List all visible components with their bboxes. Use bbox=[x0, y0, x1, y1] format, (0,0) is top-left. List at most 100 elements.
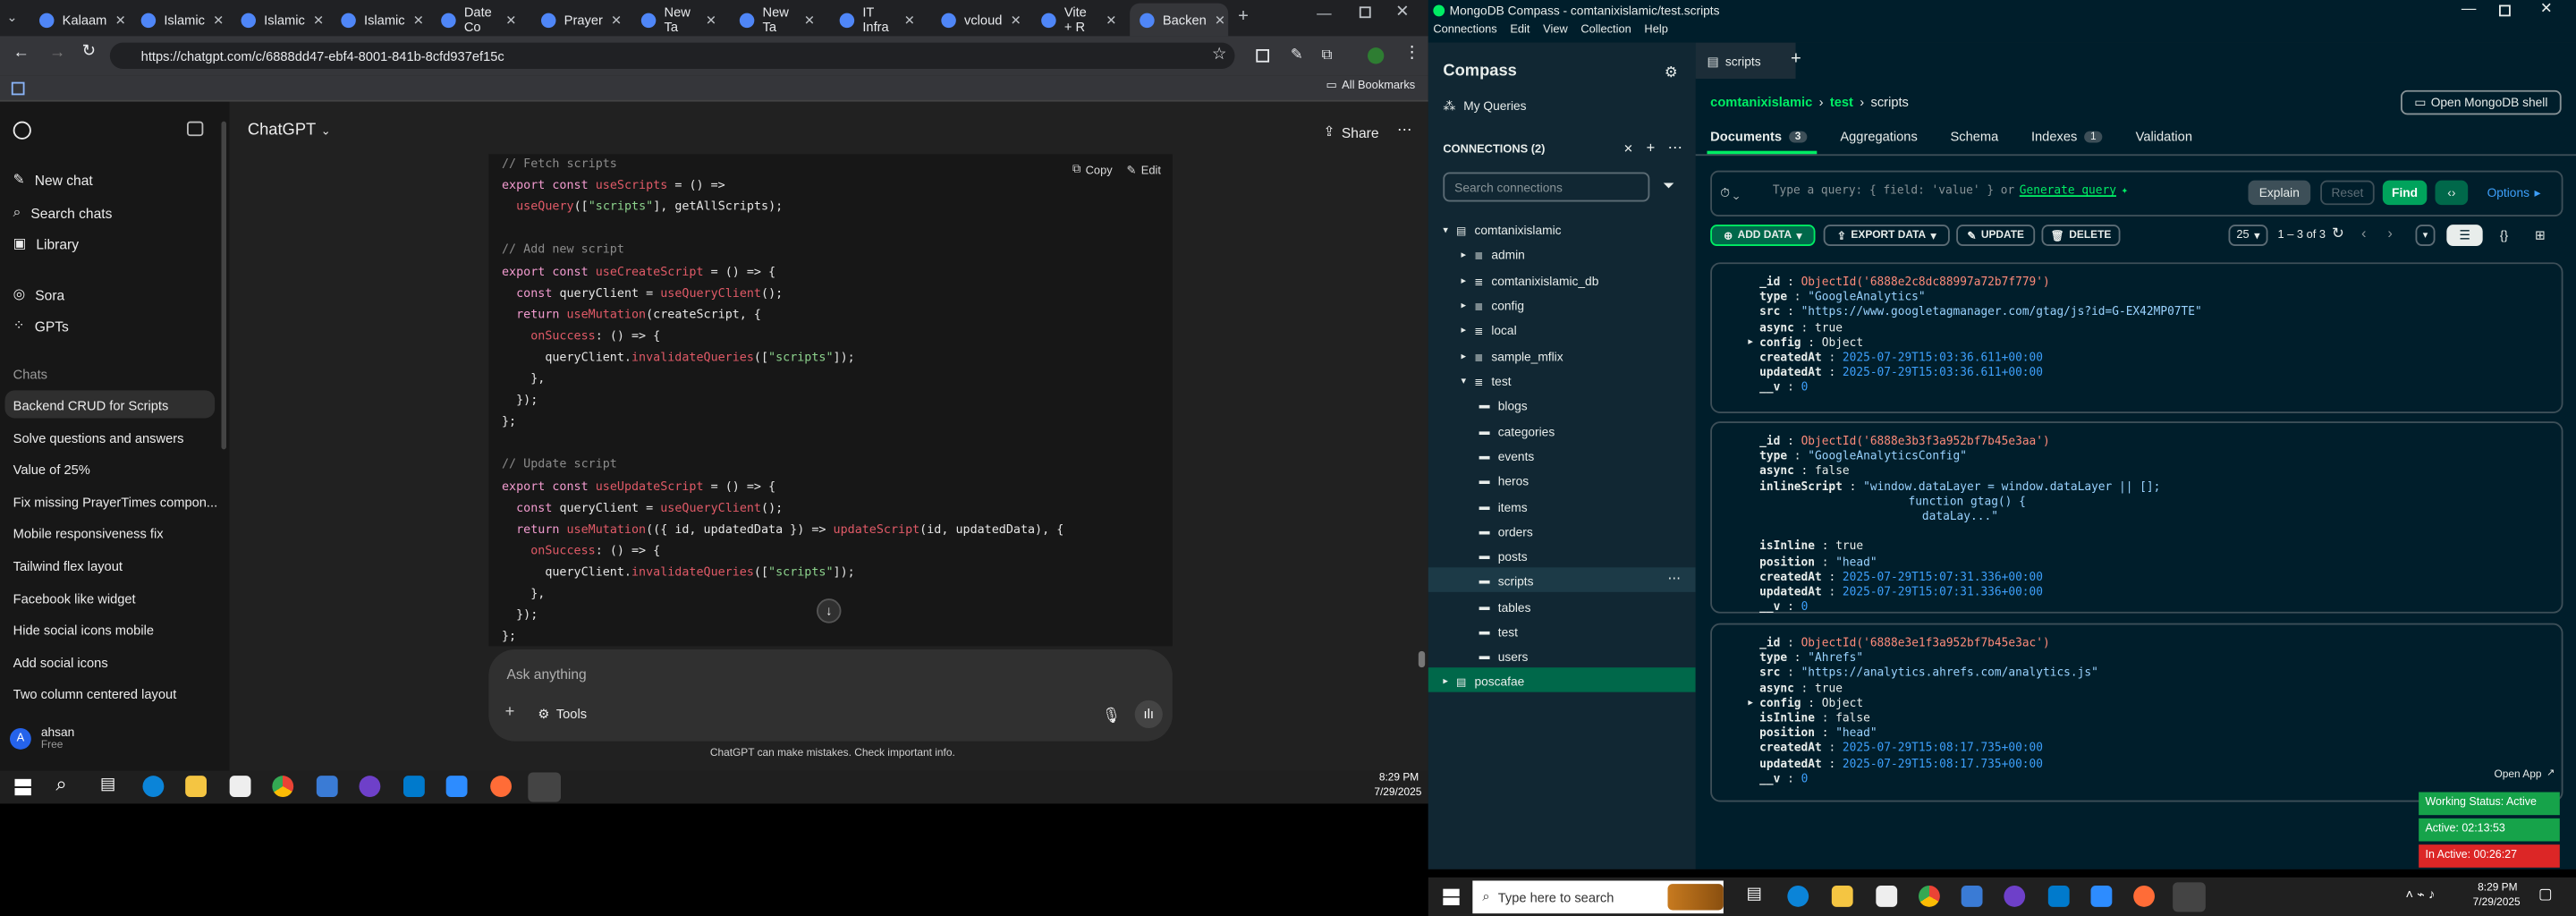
menu-item[interactable]: Collection bbox=[1580, 24, 1631, 36]
menu-item[interactable]: Help bbox=[1644, 24, 1667, 36]
chat-history-item[interactable]: Two column centered layout bbox=[13, 688, 218, 703]
library-button[interactable]: ▣ Library bbox=[13, 234, 79, 252]
chat-history-item[interactable]: Add social icons bbox=[13, 656, 218, 671]
refresh-icon[interactable]: ↻ bbox=[2332, 225, 2344, 242]
copy-button[interactable]: ⧉ Copy bbox=[1072, 164, 1113, 177]
subtab-documents[interactable]: Documents 3 bbox=[1710, 130, 1808, 144]
chrome-icon[interactable] bbox=[272, 776, 294, 797]
delete-button[interactable]: 🗑 DELETE bbox=[2041, 225, 2121, 246]
menu-item[interactable]: View bbox=[1543, 24, 1568, 36]
new-chat-button[interactable]: ✎ New chat bbox=[13, 171, 93, 189]
reload-icon[interactable]: ↻ bbox=[82, 43, 96, 61]
vscode-alt-icon[interactable] bbox=[1961, 885, 1983, 907]
expand-caret-icon[interactable]: ▸ bbox=[1748, 335, 1753, 347]
tab-close-icon[interactable]: ✕ bbox=[904, 13, 915, 28]
chat-history-item[interactable]: Hide social icons mobile bbox=[13, 623, 218, 639]
browser-tab[interactable]: Prayer ✕ bbox=[531, 4, 626, 37]
reset-button[interactable]: Reset bbox=[2320, 180, 2375, 206]
menu-item[interactable]: Edit bbox=[1510, 24, 1530, 36]
share-button[interactable]: ⇪ Share bbox=[1323, 123, 1378, 141]
extension-icon[interactable] bbox=[1256, 48, 1269, 63]
database-item[interactable]: ▸ ≣ comtanixislamic_db bbox=[1461, 274, 1598, 289]
json-view-button[interactable]: {} bbox=[2486, 225, 2521, 246]
browser-tab[interactable]: Islamic ✕ bbox=[232, 4, 326, 37]
subtab-validation[interactable]: Validation bbox=[2136, 130, 2192, 145]
browser-tab[interactable]: New Ta ✕ bbox=[631, 4, 726, 37]
profile-avatar[interactable] bbox=[1367, 47, 1385, 64]
tab-close-icon[interactable]: ✕ bbox=[706, 13, 716, 28]
document-card[interactable]: _id : ObjectId('6888e3e1f3a952bf7b45e3ac… bbox=[1710, 623, 2563, 802]
tab-search-icon[interactable]: ⌄ bbox=[6, 10, 22, 26]
plus-icon[interactable]: + bbox=[505, 703, 515, 721]
open-shell-button[interactable]: ▭ Open MongoDB shell bbox=[2401, 89, 2562, 115]
tab-close-icon[interactable]: ✕ bbox=[804, 13, 815, 28]
chrome-icon[interactable] bbox=[1919, 885, 1940, 907]
collection-item[interactable]: ▬ users bbox=[1479, 649, 1529, 665]
chat-history-item[interactable]: Value of 25% bbox=[13, 462, 218, 478]
collection-item[interactable]: ▬ orders bbox=[1479, 525, 1533, 540]
collection-item[interactable]: ▬ categories bbox=[1479, 425, 1555, 440]
pen-icon[interactable]: ✎ bbox=[1291, 46, 1303, 64]
collection-item[interactable]: ▬ scripts bbox=[1479, 574, 1534, 589]
collection-tab[interactable]: ▤ scripts bbox=[1695, 42, 1796, 79]
database-item[interactable]: ▸ ≣ sample_mflix bbox=[1461, 349, 1563, 364]
chat-history-item[interactable]: Facebook like widget bbox=[13, 591, 218, 606]
prev-page-icon[interactable]: ‹ bbox=[2361, 225, 2367, 241]
chat-history-item[interactable]: Backend CRUD for Scripts bbox=[13, 398, 218, 413]
vscode-icon[interactable] bbox=[2047, 885, 2070, 907]
page-scrollbar[interactable] bbox=[1418, 650, 1426, 668]
list-view-button[interactable]: ☰ bbox=[2446, 225, 2483, 246]
microphone-icon[interactable]: 🎙 bbox=[1102, 707, 1121, 725]
tab-close-icon[interactable]: ✕ bbox=[413, 13, 424, 28]
store-icon[interactable] bbox=[229, 776, 251, 797]
github-icon[interactable] bbox=[2004, 885, 2026, 907]
subtab-indexes[interactable]: Indexes 1 bbox=[2031, 130, 2103, 144]
zoom-icon[interactable] bbox=[445, 776, 468, 797]
apps-icon[interactable] bbox=[11, 81, 25, 96]
edge-icon[interactable] bbox=[142, 776, 165, 797]
page-size-select[interactable]: 25 ▾ bbox=[2228, 225, 2268, 246]
vscode-alt-icon[interactable] bbox=[316, 776, 338, 797]
browser-tab[interactable]: Kalaam ✕ bbox=[30, 4, 126, 37]
tab-close-icon[interactable]: ✕ bbox=[1106, 13, 1116, 28]
windows-start-icon[interactable] bbox=[1443, 888, 1460, 905]
address-bar[interactable]: https://chatgpt.com/c/6888dd47-ebf4-8001… bbox=[109, 42, 1235, 69]
view-options-dropdown[interactable]: ▾ bbox=[2415, 225, 2436, 246]
collection-item[interactable]: ▬ items bbox=[1479, 500, 1528, 515]
tab-close-icon[interactable]: ✕ bbox=[611, 13, 622, 28]
next-page-icon[interactable]: › bbox=[2387, 225, 2393, 241]
prompt-input[interactable]: Ask anything bbox=[507, 666, 587, 682]
bookmark-star-icon[interactable]: ☆ bbox=[1212, 46, 1226, 64]
search-chats-button[interactable]: ⌕ Search chats bbox=[13, 203, 113, 221]
chat-history-item[interactable]: Solve questions and answers bbox=[13, 430, 218, 445]
tab-close-icon[interactable]: ✕ bbox=[115, 13, 126, 28]
add-connection-icon[interactable]: + bbox=[1647, 140, 1656, 156]
export-data-button[interactable]: ⇪ EXPORT DATA ▾ bbox=[1823, 225, 1950, 246]
database-item[interactable]: ▸ ≣ local bbox=[1461, 323, 1516, 338]
postman-icon[interactable] bbox=[2133, 885, 2155, 907]
tab-close-icon[interactable]: ✕ bbox=[1011, 13, 1021, 28]
database-item[interactable]: ▾ ≣ test bbox=[1461, 374, 1511, 389]
find-button[interactable]: Find bbox=[2382, 180, 2428, 206]
collection-item[interactable]: ▬ heros bbox=[1479, 474, 1529, 489]
query-history-button[interactable]: ‹› bbox=[2435, 180, 2469, 206]
browser-tab[interactable]: IT Infra ✕ bbox=[830, 4, 925, 37]
scroll-down-button[interactable]: ↓ bbox=[816, 598, 842, 623]
new-tab-button[interactable]: + bbox=[1238, 6, 1249, 26]
tools-button[interactable]: ⚙ Tools bbox=[538, 707, 587, 722]
tab-close-icon[interactable]: ✕ bbox=[1215, 13, 1225, 28]
edit-button[interactable]: ✎ Edit bbox=[1127, 164, 1161, 177]
chat-history-item[interactable]: Fix missing PrayerTimes compon... bbox=[13, 495, 218, 510]
openai-logo-icon[interactable] bbox=[13, 121, 31, 140]
app-active-icon[interactable] bbox=[528, 772, 561, 802]
more-options-icon[interactable]: ⋯ bbox=[1397, 122, 1412, 140]
options-button[interactable]: Options ▸ bbox=[2476, 181, 2551, 206]
maximize-button[interactable] bbox=[1359, 6, 1371, 19]
breadcrumb-database[interactable]: test bbox=[1830, 95, 1853, 110]
forward-icon[interactable]: → bbox=[49, 44, 65, 62]
collection-item[interactable]: ▬ blogs bbox=[1479, 398, 1528, 413]
connection-item[interactable]: ▸ ▤ poscafae bbox=[1443, 674, 1524, 689]
chat-history-item[interactable]: Mobile responsiveness fix bbox=[13, 527, 218, 542]
new-tab-button[interactable]: + bbox=[1791, 49, 1801, 69]
generate-query-link[interactable]: Generate query bbox=[2020, 183, 2116, 197]
